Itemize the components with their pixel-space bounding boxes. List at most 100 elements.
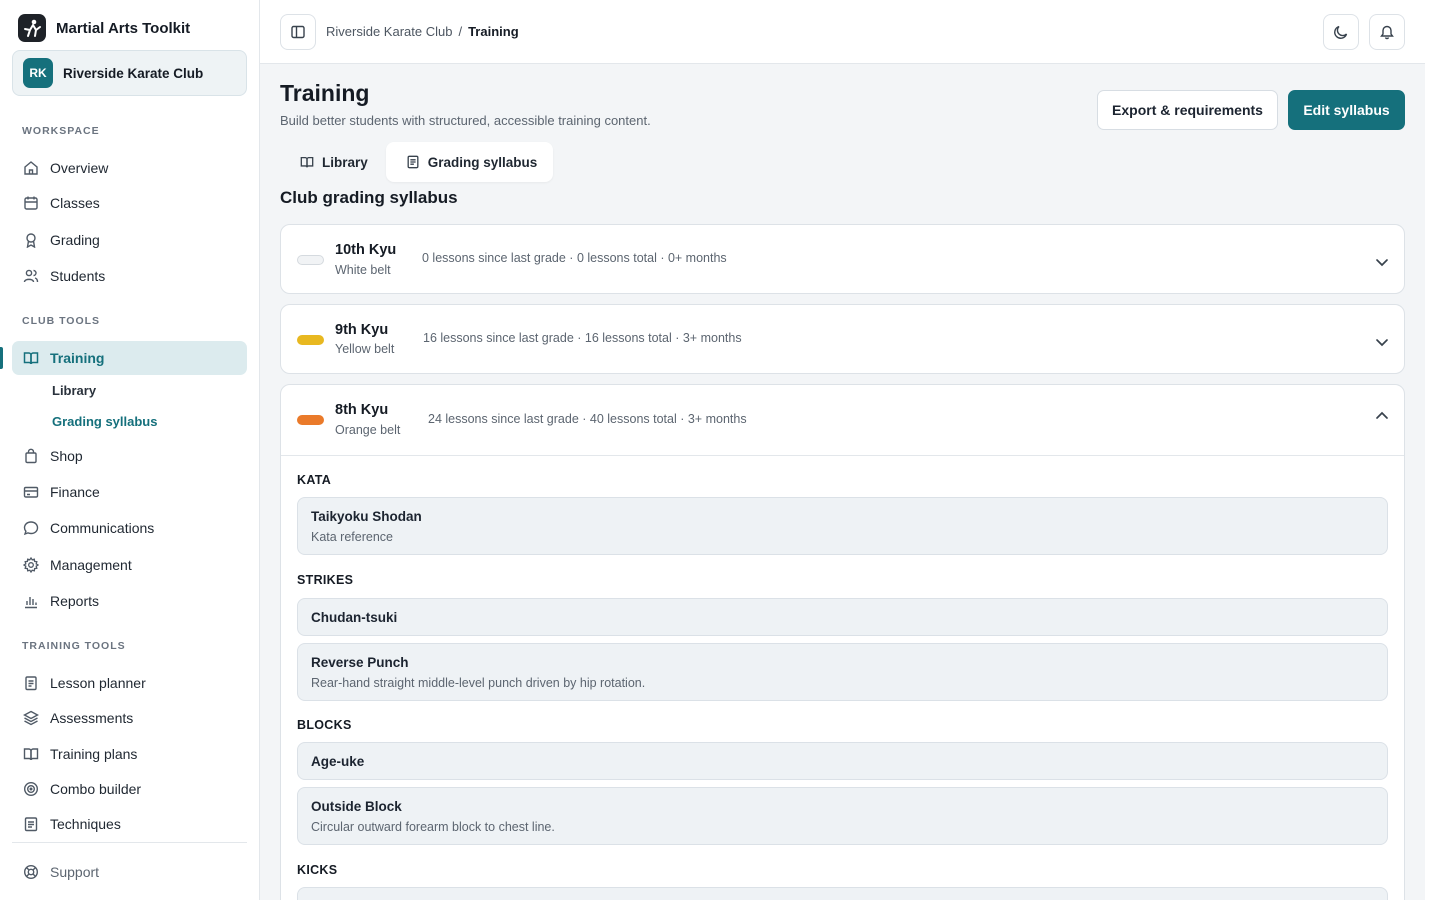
technique-item[interactable]: Age-uke <box>297 742 1388 780</box>
sidebar-item-label: Communications <box>50 520 155 536</box>
app-name: Martial Arts Toolkit <box>56 19 191 37</box>
technique-description: Rear-hand straight middle-level punch dr… <box>311 676 646 690</box>
category-label-blocks: BLOCKS <box>297 718 352 732</box>
technique-item[interactable] <box>297 887 1388 900</box>
category-label-kata: KATA <box>297 473 332 487</box>
sidebar-item-label: Management <box>50 557 132 573</box>
breadcrumb-separator: / <box>458 24 463 39</box>
grade-name: 9th Kyu <box>335 322 389 338</box>
award-icon <box>26 233 36 248</box>
grade-card-8th-kyu: 8th Kyu Orange belt 24 lessons since las… <box>280 384 1405 900</box>
grade-name: 10th Kyu <box>335 242 397 258</box>
sidebar-item-label: Assessments <box>50 710 134 726</box>
sidebar-divider <box>12 842 247 843</box>
export-requirements-button[interactable]: Export & requirements <box>1097 90 1278 130</box>
book-open-icon <box>23 352 39 365</box>
tab-library[interactable]: Library <box>280 142 384 182</box>
technique-item[interactable]: Outside Block Circular outward forearm b… <box>297 787 1388 845</box>
technique-name: Reverse Punch <box>311 655 409 670</box>
sidebar-item-label: Overview <box>50 160 109 176</box>
technique-description: Circular outward forearm block to chest … <box>311 820 555 834</box>
sidebar-item-management[interactable]: Management <box>12 548 247 582</box>
sidebar-item-combo-builder[interactable]: Combo builder <box>12 772 247 806</box>
users-icon <box>23 269 39 283</box>
sidebar-toggle-icon <box>291 25 305 39</box>
sidebar-item-reports[interactable]: Reports <box>12 584 247 618</box>
section-label-training-tools: TRAINING TOOLS <box>22 640 126 652</box>
credit-card-icon <box>23 486 39 498</box>
sidebar-item-students[interactable]: Students <box>12 259 247 293</box>
scrollbar[interactable] <box>1425 0 1440 900</box>
section-label-club-tools: CLUB TOOLS <box>22 315 101 327</box>
topbar: Riverside Karate Club / Training <box>260 0 1425 64</box>
sidebar-item-support[interactable]: Support <box>12 855 247 889</box>
sidebar-item-label: Combo builder <box>50 781 142 797</box>
sidebar-item-communications[interactable]: Communications <box>12 511 247 545</box>
grade-card-9th-kyu: 9th Kyu Yellow belt 16 lessons since las… <box>280 304 1405 374</box>
sidebar-item-techniques[interactable]: Techniques <box>12 807 247 841</box>
sidebar-subitem-library[interactable]: Library <box>52 383 96 398</box>
grade-meta: 16 lessons since last grade · 16 lessons… <box>423 331 742 345</box>
club-avatar: RK <box>23 58 53 88</box>
chevron-down-icon[interactable] <box>1374 254 1390 270</box>
lifebuoy-icon <box>23 864 39 880</box>
home-icon <box>24 161 38 175</box>
chevron-up-icon[interactable] <box>1374 408 1390 424</box>
toggle-sidebar-button[interactable] <box>280 14 316 50</box>
grade-header[interactable]: 9th Kyu Yellow belt 16 lessons since las… <box>281 305 1404 375</box>
calendar-icon <box>24 196 38 210</box>
grade-card-10th-kyu: 10th Kyu White belt 0 lessons since last… <box>280 224 1405 294</box>
breadcrumb-club[interactable]: Riverside Karate Club <box>326 24 452 39</box>
book-open-icon <box>23 748 39 761</box>
theme-toggle-button[interactable] <box>1323 14 1359 50</box>
club-switcher[interactable]: RK Riverside Karate Club <box>12 50 247 96</box>
clipboard-icon <box>25 676 37 691</box>
bar-chart-icon <box>25 597 37 609</box>
martial-arts-logo-icon <box>18 14 46 42</box>
active-indicator <box>0 347 3 369</box>
technique-name: Outside Block <box>311 799 402 814</box>
sidebar-item-classes[interactable]: Classes <box>12 186 247 220</box>
category-label-kicks: KICKS <box>297 863 338 877</box>
grade-techniques: KATA Taikyoku Shodan Kata reference STRI… <box>281 455 1404 900</box>
sidebar: Martial Arts Toolkit RK Riverside Karate… <box>0 0 260 900</box>
technique-item[interactable]: Reverse Punch Rear-hand straight middle-… <box>297 643 1388 701</box>
technique-name: Age-uke <box>311 754 365 769</box>
technique-item[interactable]: Taikyoku Shodan Kata reference <box>297 497 1388 555</box>
sidebar-subitem-grading-syllabus[interactable]: Grading syllabus <box>52 414 157 429</box>
chat-bubble-icon <box>23 521 39 536</box>
sidebar-item-assessments[interactable]: Assessments <box>12 701 247 735</box>
sidebar-item-label: Lesson planner <box>50 675 146 691</box>
sidebar-item-lesson-planner[interactable]: Lesson planner <box>12 666 247 700</box>
sidebar-item-shop[interactable]: Shop <box>12 439 247 473</box>
grade-meta: 0 lessons since last grade · 0 lessons t… <box>422 251 727 265</box>
sidebar-item-training-plans[interactable]: Training plans <box>12 737 247 771</box>
grade-belt: White belt <box>335 263 391 277</box>
sidebar-item-grading[interactable]: Grading <box>12 223 247 257</box>
belt-swatch-orange <box>297 415 324 425</box>
book-open-icon <box>300 156 314 168</box>
grade-belt: Yellow belt <box>335 342 395 356</box>
grade-header[interactable]: 8th Kyu Orange belt 24 lessons since las… <box>281 385 1404 455</box>
sidebar-item-label: Techniques <box>50 816 121 832</box>
sidebar-item-training[interactable]: Training <box>12 341 247 375</box>
layers-icon <box>23 710 39 726</box>
sidebar-item-label: Shop <box>50 448 83 464</box>
tab-grading-syllabus[interactable]: Grading syllabus <box>385 142 554 182</box>
technique-item[interactable]: Chudan-tsuki <box>297 598 1388 636</box>
sidebar-item-label: Reports <box>50 593 100 609</box>
grade-header[interactable]: 10th Kyu White belt 0 lessons since last… <box>281 225 1404 295</box>
chevron-down-icon[interactable] <box>1374 334 1390 350</box>
technique-name: Taikyoku Shodan <box>311 509 422 524</box>
sidebar-item-label: Training <box>50 350 105 366</box>
category-label-strikes: STRIKES <box>297 573 354 587</box>
sidebar-item-overview[interactable]: Overview <box>12 151 247 185</box>
notifications-button[interactable] <box>1369 14 1405 50</box>
sidebar-item-label: Finance <box>50 484 100 500</box>
club-name: Riverside Karate Club <box>63 65 204 81</box>
tab-label: Library <box>322 154 368 170</box>
brand[interactable]: Martial Arts Toolkit <box>18 14 190 42</box>
edit-syllabus-button[interactable]: Edit syllabus <box>1288 90 1405 130</box>
page-title: Training <box>280 80 370 106</box>
sidebar-item-finance[interactable]: Finance <box>12 475 247 509</box>
